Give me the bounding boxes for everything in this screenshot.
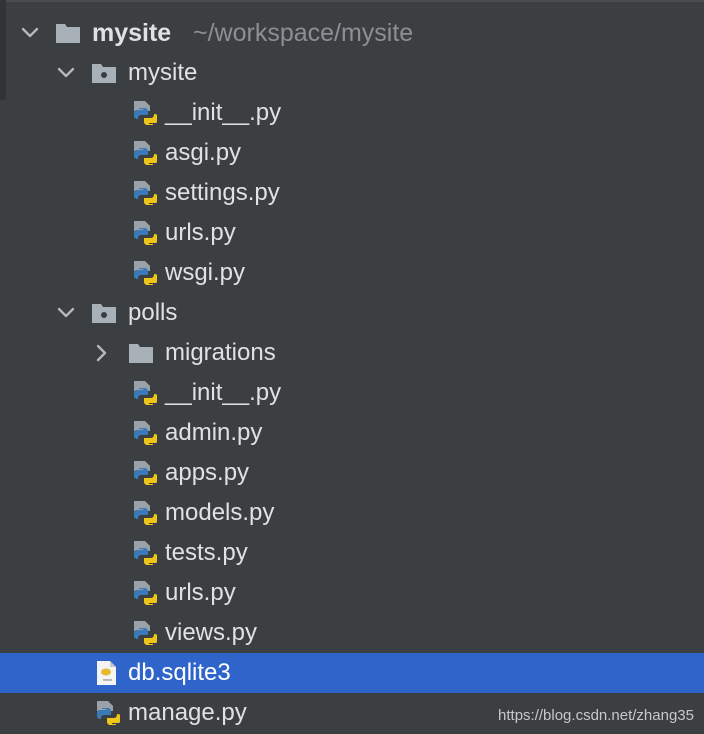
chevron-down-icon[interactable] — [54, 61, 78, 85]
file-label: __init__.py — [165, 99, 282, 126]
python-file-icon — [134, 101, 157, 125]
package-folder-icon — [92, 304, 116, 323]
tree-row-file[interactable]: tests.py — [0, 533, 704, 573]
tree-row-file[interactable]: __init__.py — [0, 373, 704, 413]
tree-row-file[interactable]: apps.py — [0, 453, 704, 493]
tree-row-mysite-package[interactable]: mysite — [0, 53, 704, 93]
python-file-icon — [134, 581, 157, 605]
sqlite-file-icon — [97, 661, 116, 685]
tree-row-file[interactable]: models.py — [0, 493, 704, 533]
file-label: views.py — [165, 619, 258, 646]
tree-row-file[interactable]: settings.py — [0, 173, 704, 213]
file-label: urls.py — [165, 219, 236, 246]
tree-row-file[interactable]: asgi.py — [0, 133, 704, 173]
python-file-icon — [134, 421, 157, 445]
tree-row-file[interactable]: views.py — [0, 613, 704, 653]
folder-label: mysite — [128, 59, 198, 86]
file-label: admin.py — [165, 419, 263, 446]
python-file-icon — [134, 381, 157, 405]
file-label: asgi.py — [165, 139, 242, 166]
watermark-text: https://blog.csdn.net/zhang35 — [498, 707, 694, 724]
file-label: wsgi.py — [165, 259, 246, 286]
file-label: __init__.py — [165, 379, 282, 406]
tree-row-polls-package[interactable]: polls — [0, 293, 704, 333]
python-file-icon — [134, 461, 157, 485]
python-file-icon — [134, 621, 157, 645]
package-folder-icon — [92, 64, 116, 83]
tree-row-file[interactable]: admin.py — [0, 413, 704, 453]
tree-row-file[interactable]: wsgi.py — [0, 253, 704, 293]
tree-row-file[interactable]: __init__.py — [0, 93, 704, 133]
python-file-icon — [134, 501, 157, 525]
python-file-icon — [134, 221, 157, 245]
file-label: settings.py — [165, 179, 280, 206]
tree-row-migrations-folder[interactable]: migrations — [0, 333, 704, 373]
file-label: tests.py — [165, 539, 248, 566]
python-file-icon — [134, 141, 157, 165]
project-name: mysite — [92, 19, 172, 47]
tree-row-file[interactable]: urls.py — [0, 213, 704, 253]
chevron-right-icon[interactable] — [89, 341, 113, 365]
python-file-icon — [97, 701, 120, 725]
file-label: models.py — [165, 499, 275, 526]
top-border — [0, 0, 704, 2]
folder-icon — [129, 344, 153, 363]
folder-icon — [56, 24, 80, 43]
folder-label: polls — [128, 299, 178, 326]
python-file-icon — [134, 261, 157, 285]
python-file-icon — [134, 541, 157, 565]
tree-row-project-root[interactable]: mysite ~/workspace/mysite — [0, 13, 704, 53]
project-path: ~/workspace/mysite — [193, 19, 414, 47]
chevron-down-icon[interactable] — [54, 301, 78, 325]
file-label: manage.py — [128, 699, 247, 726]
tree-row-file[interactable]: urls.py — [0, 573, 704, 613]
file-label: urls.py — [165, 579, 236, 606]
python-file-icon — [134, 181, 157, 205]
folder-label: migrations — [165, 339, 276, 366]
project-tree: mysite ~/workspace/mysite mysite __init_… — [0, 13, 704, 733]
file-label: db.sqlite3 — [128, 659, 231, 686]
chevron-down-icon[interactable] — [18, 21, 42, 45]
tree-row-db-file-selected[interactable]: db.sqlite3 — [0, 653, 704, 693]
file-label: apps.py — [165, 459, 250, 486]
